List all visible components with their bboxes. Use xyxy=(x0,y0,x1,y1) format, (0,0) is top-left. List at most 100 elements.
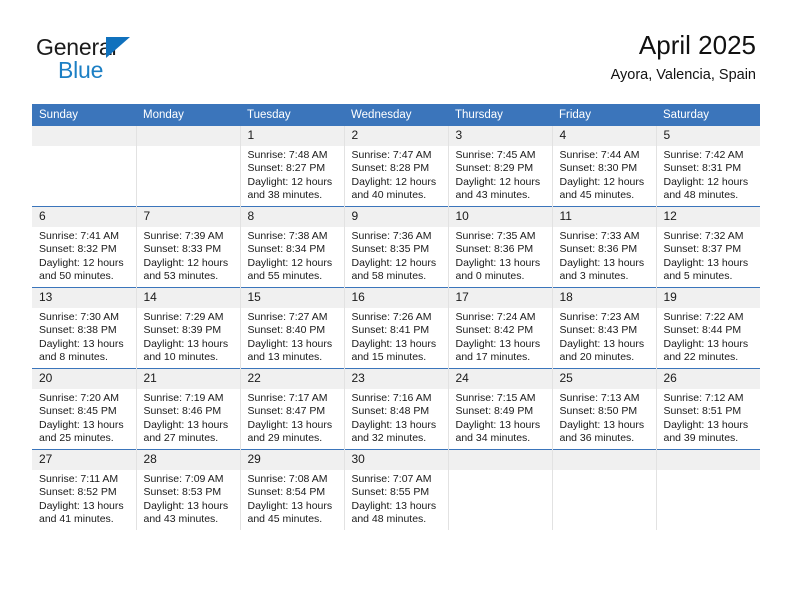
calendar-day-cell[interactable]: 28 Sunrise: 7:09 AM Sunset: 8:53 PM Dayligh… xyxy=(135,449,240,530)
day-details: Sunrise: 7:41 AM Sunset: 8:32 PM Daylight:… xyxy=(32,227,136,284)
calendar-day-cell[interactable]: 2 Sunrise: 7:47 AM Sunset: 8:28 PM Daylight… xyxy=(343,126,448,207)
daylight-text: Daylight: 13 hours and 48 minutes. xyxy=(351,499,437,526)
calendar-day-cell[interactable]: 25 Sunrise: 7:13 AM Sunset: 8:50 PM Dayligh… xyxy=(551,368,656,450)
sunrise-text: Sunrise: 7:44 AM xyxy=(559,149,640,161)
calendar-day-cell[interactable]: 3 Sunrise: 7:45 AM Sunset: 8:29 PM Daylight… xyxy=(447,126,552,207)
day-details: Sunrise: 7:20 AM Sunset: 8:45 PM Daylight:… xyxy=(32,389,136,446)
day-number: 22 xyxy=(240,369,344,389)
daylight-text: Daylight: 13 hours and 22 minutes. xyxy=(663,337,749,364)
page-header: General Blue April 2025 Ayora, Valencia,… xyxy=(36,28,756,94)
daylight-text: Daylight: 12 hours and 50 minutes. xyxy=(39,256,124,283)
sunset-text: Sunset: 8:47 PM xyxy=(247,405,326,418)
sunset-text: Sunset: 8:31 PM xyxy=(663,162,742,175)
calendar-day-cell[interactable]: 22 Sunrise: 7:17 AM Sunset: 8:47 PM Dayligh… xyxy=(239,368,344,450)
day-number: 29 xyxy=(240,450,344,470)
calendar-day-cell[interactable]: 23 Sunrise: 7:16 AM Sunset: 8:48 PM Dayligh… xyxy=(343,368,448,450)
calendar-day-cell[interactable]: 26 Sunrise: 7:12 AM Sunset: 8:51 PM Dayligh… xyxy=(655,368,760,450)
day-details: Sunrise: 7:17 AM Sunset: 8:47 PM Daylight:… xyxy=(241,389,344,446)
calendar-day-cell[interactable]: 12 Sunrise: 7:32 AM Sunset: 8:37 PM Dayligh… xyxy=(655,206,760,288)
day-details: Sunrise: 7:26 AM Sunset: 8:41 PM Daylight:… xyxy=(345,308,448,365)
daylight-text: Daylight: 13 hours and 29 minutes. xyxy=(247,418,333,445)
calendar-day-cell[interactable]: 1 Sunrise: 7:48 AM Sunset: 8:27 PM Daylight… xyxy=(239,126,344,207)
calendar-day-cell[interactable]: 4 Sunrise: 7:44 AM Sunset: 8:30 PM Daylight… xyxy=(551,126,656,207)
generalblue-logo: General Blue xyxy=(36,34,236,90)
sunset-text: Sunset: 8:38 PM xyxy=(39,324,117,337)
sunset-text: Sunset: 8:28 PM xyxy=(351,162,430,175)
day-number: 2 xyxy=(344,126,448,146)
sunset-text: Sunset: 8:27 PM xyxy=(247,162,326,175)
calendar-day-cell[interactable]: 5 Sunrise: 7:42 AM Sunset: 8:31 PM Daylight… xyxy=(655,126,760,207)
calendar-day-cell[interactable]: 10 Sunrise: 7:35 AM Sunset: 8:36 PM Dayligh… xyxy=(447,206,552,288)
sunset-text: Sunset: 8:39 PM xyxy=(143,324,222,337)
day-number: 16 xyxy=(344,288,448,308)
sunset-text: Sunset: 8:34 PM xyxy=(247,243,326,256)
calendar-day-cell[interactable]: 30 Sunrise: 7:07 AM Sunset: 8:55 PM Dayligh… xyxy=(343,449,448,530)
day-number: 20 xyxy=(32,369,136,389)
calendar-day-cell[interactable]: 24 Sunrise: 7:15 AM Sunset: 8:49 PM Dayligh… xyxy=(447,368,552,450)
day-number: 5 xyxy=(656,126,760,146)
calendar-day-cell[interactable]: 9 Sunrise: 7:36 AM Sunset: 8:35 PM Daylight… xyxy=(343,206,448,288)
calendar-day-cell-empty xyxy=(447,449,552,530)
daylight-text: Daylight: 13 hours and 36 minutes. xyxy=(559,418,645,445)
weekday-header-friday: Friday xyxy=(552,104,656,126)
daylight-text: Daylight: 13 hours and 25 minutes. xyxy=(39,418,124,445)
daylight-text: Daylight: 13 hours and 17 minutes. xyxy=(455,337,541,364)
sunrise-text: Sunrise: 7:38 AM xyxy=(247,230,328,242)
calendar-day-cell-empty xyxy=(135,126,240,207)
daylight-text: Daylight: 13 hours and 10 minutes. xyxy=(143,337,229,364)
daylight-text: Daylight: 13 hours and 39 minutes. xyxy=(663,418,749,445)
sunset-text: Sunset: 8:55 PM xyxy=(351,486,430,499)
weekday-header-wednesday: Wednesday xyxy=(344,104,448,126)
day-number: 8 xyxy=(240,207,344,227)
day-details: Sunrise: 7:33 AM Sunset: 8:36 PM Daylight:… xyxy=(553,227,656,284)
sunrise-text: Sunrise: 7:12 AM xyxy=(663,392,744,404)
sunset-text: Sunset: 8:40 PM xyxy=(247,324,326,337)
calendar-day-cell[interactable]: 29 Sunrise: 7:08 AM Sunset: 8:54 PM Dayligh… xyxy=(239,449,344,530)
calendar-day-cell[interactable]: 18 Sunrise: 7:23 AM Sunset: 8:43 PM Dayligh… xyxy=(551,287,656,369)
calendar-day-cell[interactable]: 14 Sunrise: 7:29 AM Sunset: 8:39 PM Dayligh… xyxy=(135,287,240,369)
daylight-text: Daylight: 13 hours and 13 minutes. xyxy=(247,337,333,364)
sunset-text: Sunset: 8:42 PM xyxy=(455,324,534,337)
day-number: 7 xyxy=(136,207,240,227)
day-number: 12 xyxy=(656,207,760,227)
day-details: Sunrise: 7:07 AM Sunset: 8:55 PM Daylight:… xyxy=(345,470,448,527)
sunset-text: Sunset: 8:43 PM xyxy=(559,324,638,337)
day-number: 10 xyxy=(448,207,552,227)
daylight-text: Daylight: 12 hours and 53 minutes. xyxy=(143,256,229,283)
calendar-day-cell[interactable]: 7 Sunrise: 7:39 AM Sunset: 8:33 PM Daylight… xyxy=(135,206,240,288)
calendar-day-cell[interactable]: 21 Sunrise: 7:19 AM Sunset: 8:46 PM Dayligh… xyxy=(135,368,240,450)
day-details: Sunrise: 7:29 AM Sunset: 8:39 PM Daylight:… xyxy=(137,308,240,365)
sunrise-text: Sunrise: 7:33 AM xyxy=(559,230,640,242)
day-number: 1 xyxy=(240,126,344,146)
calendar-day-cell[interactable]: 17 Sunrise: 7:24 AM Sunset: 8:42 PM Dayligh… xyxy=(447,287,552,369)
calendar-day-cell[interactable]: 20 Sunrise: 7:20 AM Sunset: 8:45 PM Dayligh… xyxy=(32,368,136,450)
calendar-day-cell[interactable]: 19 Sunrise: 7:22 AM Sunset: 8:44 PM Dayligh… xyxy=(655,287,760,369)
calendar-day-cell[interactable]: 27 Sunrise: 7:11 AM Sunset: 8:52 PM Dayligh… xyxy=(32,449,136,530)
day-number: 28 xyxy=(136,450,240,470)
calendar-day-cell[interactable]: 13 Sunrise: 7:30 AM Sunset: 8:38 PM Dayligh… xyxy=(32,287,136,369)
daylight-text: Daylight: 12 hours and 48 minutes. xyxy=(663,175,749,202)
sunset-text: Sunset: 8:29 PM xyxy=(455,162,534,175)
weekday-header-monday: Monday xyxy=(136,104,240,126)
calendar-day-cell[interactable]: 8 Sunrise: 7:38 AM Sunset: 8:34 PM Daylight… xyxy=(239,206,344,288)
sunset-text: Sunset: 8:30 PM xyxy=(559,162,638,175)
sunrise-text: Sunrise: 7:08 AM xyxy=(247,473,328,485)
calendar-day-cell[interactable]: 15 Sunrise: 7:27 AM Sunset: 8:40 PM Dayligh… xyxy=(239,287,344,369)
daylight-text: Daylight: 13 hours and 27 minutes. xyxy=(143,418,229,445)
sunrise-text: Sunrise: 7:27 AM xyxy=(247,311,328,323)
sunset-text: Sunset: 8:51 PM xyxy=(663,405,742,418)
logo-text-blue: Blue xyxy=(58,57,104,83)
calendar-table: Sunday Monday Tuesday Wednesday Thursday… xyxy=(32,104,760,530)
day-details: Sunrise: 7:38 AM Sunset: 8:34 PM Daylight:… xyxy=(241,227,344,284)
sunrise-text: Sunrise: 7:24 AM xyxy=(455,311,536,323)
calendar-day-cell[interactable]: 6 Sunrise: 7:41 AM Sunset: 8:32 PM Daylight… xyxy=(32,206,136,288)
calendar-day-cell[interactable]: 11 Sunrise: 7:33 AM Sunset: 8:36 PM Dayligh… xyxy=(551,206,656,288)
daylight-text: Daylight: 13 hours and 41 minutes. xyxy=(39,499,124,526)
daylight-text: Daylight: 13 hours and 15 minutes. xyxy=(351,337,437,364)
sunrise-text: Sunrise: 7:19 AM xyxy=(143,392,224,404)
calendar-day-cell[interactable]: 16 Sunrise: 7:26 AM Sunset: 8:41 PM Dayligh… xyxy=(343,287,448,369)
sunset-text: Sunset: 8:49 PM xyxy=(455,405,534,418)
calendar-week-row: 13 Sunrise: 7:30 AM Sunset: 8:38 PM Dayligh… xyxy=(32,287,760,369)
day-number: 13 xyxy=(32,288,136,308)
daylight-text: Daylight: 13 hours and 32 minutes. xyxy=(351,418,437,445)
